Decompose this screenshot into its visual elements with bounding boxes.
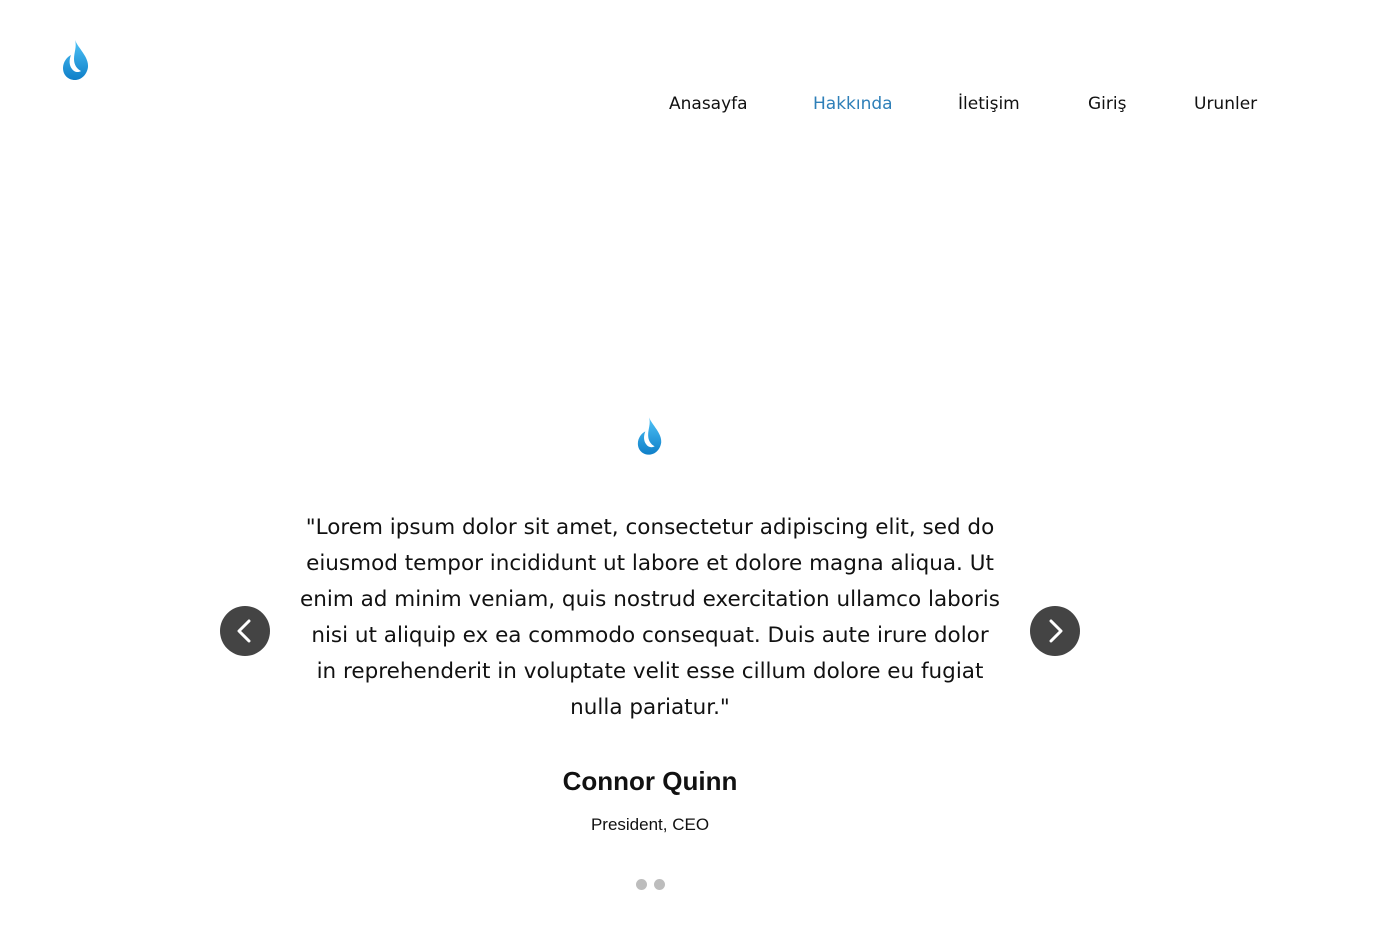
nav-link-anasayfa[interactable]: Anasayfa bbox=[669, 92, 748, 116]
chevron-right-icon bbox=[1049, 619, 1063, 643]
logo-link[interactable] bbox=[61, 39, 91, 81]
testimonial-quote: "Lorem ipsum dolor sit amet, consectetur… bbox=[300, 515, 1000, 720]
nav-link-iletisim[interactable]: İletişim bbox=[958, 92, 1020, 116]
testimonial-role: President, CEO bbox=[590, 815, 710, 834]
slider-dot-2[interactable] bbox=[654, 879, 665, 890]
page: Anasayfa Hakkında İletişim Giriş Urunler bbox=[0, 0, 1396, 927]
chevron-left-icon bbox=[237, 619, 251, 643]
main-nav: Anasayfa Hakkında İletişim Giriş Urunler bbox=[0, 92, 1396, 118]
nav-link-hakkinda[interactable]: Hakkında bbox=[813, 92, 893, 116]
testimonial-author: Connor Quinn bbox=[562, 766, 738, 796]
slider-dot-1[interactable] bbox=[636, 879, 647, 890]
slider-next-button[interactable] bbox=[1030, 606, 1080, 656]
nav-link-giris[interactable]: Giriş bbox=[1088, 92, 1126, 116]
slider-pagination bbox=[0, 879, 1396, 891]
nav-link-urunler[interactable]: Urunler bbox=[1194, 92, 1257, 116]
testimonial-logo bbox=[636, 416, 664, 456]
water-drop-icon bbox=[63, 40, 89, 80]
slider-prev-button[interactable] bbox=[220, 606, 270, 656]
water-drop-icon bbox=[637, 417, 662, 455]
